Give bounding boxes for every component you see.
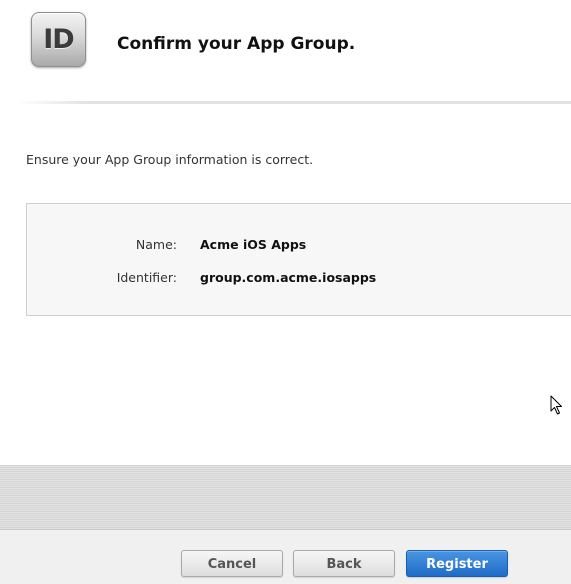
header-divider bbox=[18, 101, 571, 104]
cancel-button[interactable]: Cancel bbox=[181, 550, 283, 577]
name-value: Acme iOS Apps bbox=[200, 237, 307, 252]
name-label: Name: bbox=[135, 237, 177, 252]
identifier-label: Identifier: bbox=[116, 270, 177, 285]
register-button[interactable]: Register bbox=[406, 550, 508, 577]
app-id-icon: ID bbox=[31, 12, 86, 67]
identifier-value: group.com.acme.iosapps bbox=[200, 270, 377, 285]
register-app-group-page: ID Confirm your App Group. Ensure your A… bbox=[0, 0, 571, 584]
back-button[interactable]: Back bbox=[293, 550, 395, 577]
footer-band bbox=[0, 465, 571, 529]
mouse-pointer-icon bbox=[550, 395, 562, 415]
page-title: Confirm your App Group. bbox=[117, 34, 356, 54]
instruction-text: Ensure your App Group information is cor… bbox=[26, 152, 314, 167]
app-id-icon-text: ID bbox=[43, 24, 74, 55]
page-header: ID Confirm your App Group. bbox=[0, 0, 571, 104]
app-group-details-panel: Name: Acme iOS Apps Identifier: group.co… bbox=[26, 203, 571, 316]
